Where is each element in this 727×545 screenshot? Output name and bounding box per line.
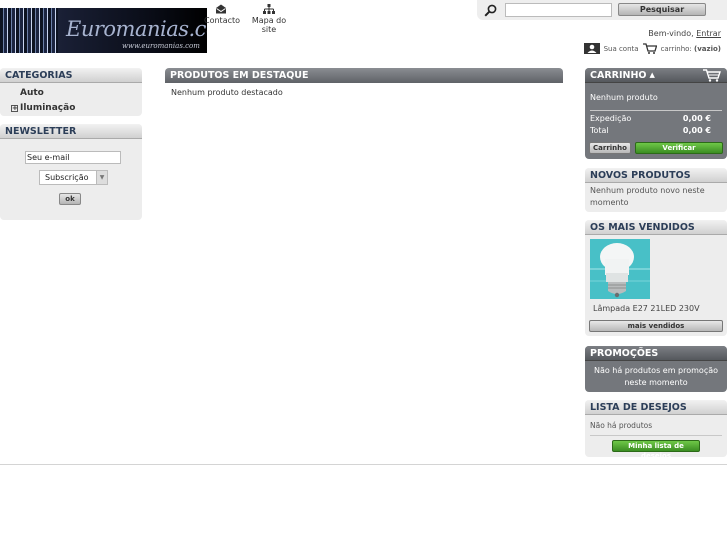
new-products-empty: Nenhum produto novo neste momento bbox=[590, 186, 705, 207]
cart-shipping-row: Expedição 0,00 € bbox=[590, 114, 722, 123]
best-sellers-title[interactable]: OS MAIS VENDIDOS bbox=[585, 220, 727, 235]
contact-label: Contacto bbox=[204, 16, 241, 25]
sitemap-icon bbox=[263, 4, 275, 14]
divider bbox=[590, 110, 722, 111]
search-input[interactable] bbox=[505, 3, 612, 17]
featured-products-empty: Nenhum produto destacado bbox=[171, 88, 283, 97]
shopping-cart-icon bbox=[703, 69, 721, 82]
chevron-down-icon: ▼ bbox=[96, 171, 107, 184]
my-wishlist-button[interactable]: Minha lista de desejos bbox=[612, 440, 700, 460]
logo-graphic bbox=[0, 8, 58, 53]
footer-divider bbox=[0, 464, 727, 465]
promotions-title[interactable]: PROMOÇÕES bbox=[585, 346, 727, 361]
logo-wordmark: Euromanias.com bbox=[66, 17, 207, 41]
total-value: 0,00 € bbox=[682, 126, 711, 135]
newsletter-ok-button[interactable]: ok bbox=[59, 193, 81, 205]
category-label: Iluminação bbox=[20, 103, 76, 113]
cart-summary-label: carrinho: bbox=[660, 44, 692, 53]
categories-block: CATEGORIAS Auto + Iluminação bbox=[0, 68, 142, 116]
collapse-arrow-icon[interactable]: ▲ bbox=[649, 69, 654, 82]
wishlist-empty: Não há produtos bbox=[590, 421, 653, 430]
new-products-block: NOVOS PRODUTOS Nenhum produto novo neste… bbox=[585, 168, 727, 212]
led-bulb-image bbox=[590, 239, 650, 299]
user-info: Sua conta carrinho: (vazio) bbox=[583, 43, 721, 54]
category-item-iluminacao[interactable]: + Iluminação bbox=[11, 103, 75, 113]
search-bar: Pesquisar bbox=[477, 0, 727, 20]
cart-icon bbox=[642, 43, 657, 54]
welcome-text: Bem-vindo, bbox=[648, 29, 694, 38]
account-link[interactable]: Sua conta bbox=[604, 45, 639, 53]
sitemap-link[interactable]: Mapa do site bbox=[245, 4, 293, 34]
sitemap-label: Mapa do site bbox=[251, 16, 287, 34]
new-products-title[interactable]: NOVOS PRODUTOS bbox=[585, 168, 727, 183]
cart-link[interactable]: carrinho: (vazio) bbox=[661, 45, 721, 53]
search-icon bbox=[484, 4, 497, 17]
newsletter-action-select[interactable]: Subscrição ▼ bbox=[39, 170, 108, 185]
promotions-empty: Não há produtos em promoção neste moment… bbox=[593, 366, 719, 387]
categories-title: CATEGORIAS bbox=[0, 68, 142, 83]
total-label: Total bbox=[590, 126, 609, 135]
welcome-message: Bem-vindo, Entrar bbox=[648, 29, 721, 38]
shipping-label: Expedição bbox=[590, 114, 632, 123]
cart-summary-state: (vazio) bbox=[694, 44, 721, 53]
newsletter-title: NEWSLETTER bbox=[0, 124, 142, 139]
category-item-auto[interactable]: Auto bbox=[20, 88, 44, 98]
view-cart-button[interactable]: Carrinho bbox=[589, 142, 631, 154]
checkout-button[interactable]: Verificar bbox=[635, 142, 723, 154]
site-logo[interactable]: Euromanias.com www.euromanias.com bbox=[0, 8, 207, 53]
newsletter-block: NEWSLETTER Seu e-mail Subscrição ▼ ok bbox=[0, 124, 142, 220]
logo-url-text: www.euromanias.com bbox=[122, 42, 200, 50]
wishlist-title: LISTA DE DESEJOS bbox=[585, 400, 727, 415]
featured-products-title: PRODUTOS EM DESTAQUE bbox=[165, 68, 563, 83]
product-image[interactable] bbox=[590, 239, 650, 299]
best-sellers-block: OS MAIS VENDIDOS Lâmpada E27 21LED 230V … bbox=[585, 220, 727, 336]
account-icon[interactable] bbox=[583, 43, 600, 54]
cart-title[interactable]: CARRINHO ▲ bbox=[585, 68, 727, 83]
expand-icon[interactable]: + bbox=[11, 105, 18, 112]
best-sellers-button[interactable]: mais vendidos bbox=[589, 320, 723, 332]
contact-link[interactable]: Contacto bbox=[204, 4, 241, 25]
promotions-block: PROMOÇÕES Não há produtos em promoção ne… bbox=[585, 346, 727, 392]
cart-block: CARRINHO ▲ Nenhum produto Expedição 0,00 … bbox=[585, 68, 727, 159]
search-button[interactable]: Pesquisar bbox=[618, 3, 706, 16]
cart-title-label: CARRINHO bbox=[590, 70, 647, 81]
shipping-value: 0,00 € bbox=[682, 114, 711, 123]
divider bbox=[590, 435, 722, 436]
select-value: Subscrição bbox=[45, 173, 89, 182]
wishlist-block: LISTA DE DESEJOS Não há produtos Minha l… bbox=[585, 400, 727, 460]
cart-empty-text: Nenhum produto bbox=[590, 93, 658, 102]
login-link[interactable]: Entrar bbox=[696, 29, 721, 38]
newsletter-email-input[interactable]: Seu e-mail bbox=[25, 151, 121, 164]
envelope-icon bbox=[216, 4, 226, 14]
cart-total-row: Total 0,00 € bbox=[590, 126, 722, 135]
best-seller-product-name[interactable]: Lâmpada E27 21LED 230V bbox=[593, 304, 700, 313]
